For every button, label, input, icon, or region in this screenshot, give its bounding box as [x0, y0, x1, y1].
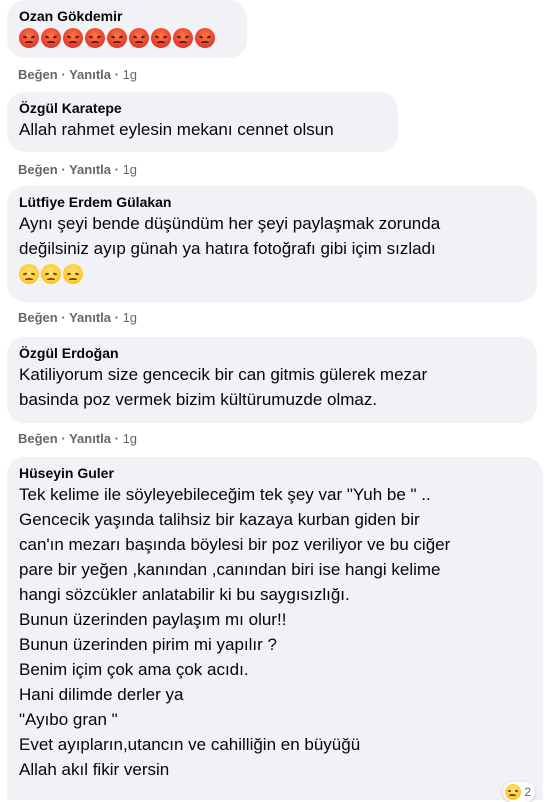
separator: ·	[114, 67, 123, 82]
emoji-row	[19, 28, 235, 48]
angry-face-icon	[107, 28, 127, 48]
angry-face-icon	[195, 28, 215, 48]
comment-timestamp[interactable]: 1g	[123, 162, 137, 177]
comment-author[interactable]: Özgül Erdoğan	[19, 344, 525, 362]
comment-text-line: Tek kelime ile söyleyebileceğim tek şey …	[19, 485, 431, 504]
comment-text-line: basinda poz vermek bizim kültürumuzde ol…	[19, 390, 378, 409]
comment-text: Tek kelime ile söyleyebileceğim tek şey …	[19, 482, 531, 782]
comment-text-line: Benim içim çok ama çok acıdı.	[19, 660, 249, 679]
comment-bubble: Özgül Erdoğan Katiliyorum size gencecik …	[7, 337, 537, 423]
like-button[interactable]: Beğen	[18, 67, 58, 82]
comment-text-line: Katiliyorum size gencecik bir can gitmis…	[19, 365, 428, 384]
pensive-face-icon	[505, 784, 522, 800]
angry-face-icon	[85, 28, 105, 48]
comment-text-line: hangi sözcükler anlatabilir ki bu saygıs…	[19, 585, 350, 604]
comment-text-line: Evet ayıpların,utancın ve cahilliğin en …	[19, 735, 361, 754]
comment-actions: Beğen · Yanıtla · 1g	[18, 431, 137, 446]
angry-face-icon	[41, 28, 61, 48]
like-button[interactable]: Beğen	[18, 310, 58, 325]
comment-text-line: Bunun üzerinden pirim mi yapılır ?	[19, 635, 277, 654]
comment-author[interactable]: Özgül Karatepe	[19, 99, 386, 117]
separator: ·	[114, 310, 123, 325]
comment-bubble: Ozan Gökdemir	[7, 0, 247, 58]
pensive-face-icon	[41, 264, 61, 284]
reply-button[interactable]: Yanıtla	[69, 431, 111, 446]
angry-face-icon	[129, 28, 149, 48]
separator: ·	[114, 431, 123, 446]
comment-actions: Beğen · Yanıtla · 1g	[18, 310, 137, 325]
comment-text-line: "Ayıbo gran "	[19, 710, 118, 729]
comment-author[interactable]: Hüseyin Guler	[19, 464, 531, 482]
comment-timestamp[interactable]: 1g	[123, 431, 137, 446]
comment-text: Aynı şeyi bende düşündüm her şeyi paylaş…	[19, 211, 525, 261]
comment-text-line: Gencecik yaşında talihsiz bir kazaya kur…	[19, 510, 420, 529]
comment-actions: Beğen · Yanıtla · 1g	[18, 162, 137, 177]
pensive-face-icon	[63, 264, 83, 284]
like-button[interactable]: Beğen	[18, 162, 58, 177]
angry-face-icon	[173, 28, 193, 48]
angry-face-icon	[63, 28, 83, 48]
comment-text-line: Allah rahmet eylesin mekanı cennet olsun	[19, 120, 334, 139]
reply-button[interactable]: Yanıtla	[69, 310, 111, 325]
comment-text-line: değilsiniz ayıp günah ya hatıra fotoğraf…	[19, 239, 436, 258]
reaction-count-badge[interactable]: 2	[503, 782, 535, 802]
separator: ·	[61, 310, 70, 325]
pensive-face-icon	[19, 264, 39, 284]
comment-author[interactable]: Ozan Gökdemir	[19, 7, 235, 25]
reply-button[interactable]: Yanıtla	[69, 67, 111, 82]
comment-bubble: Hüseyin Guler Tek kelime ile söyleyebile…	[7, 457, 543, 802]
comment-timestamp[interactable]: 1g	[123, 67, 137, 82]
separator: ·	[61, 67, 70, 82]
comment-text-line: can'ın mezarı başında böylesi bir poz ve…	[19, 535, 451, 554]
angry-face-icon	[151, 28, 171, 48]
like-button[interactable]: Beğen	[18, 431, 58, 446]
reaction-count: 2	[524, 785, 531, 799]
comment-bubble: Özgül Karatepe Allah rahmet eylesin meka…	[7, 92, 398, 152]
comment-actions: Beğen · Yanıtla · 1g	[18, 67, 137, 82]
comment-text-line: Aynı şeyi bende düşündüm her şeyi paylaş…	[19, 214, 441, 233]
comment-text-line: Bunun üzerinden paylaşım mı olur!!	[19, 610, 287, 629]
angry-face-icon	[19, 28, 39, 48]
comment-author[interactable]: Lütfiye Erdem Gülakan	[19, 193, 525, 211]
comment-timestamp[interactable]: 1g	[123, 310, 137, 325]
separator: ·	[114, 162, 123, 177]
separator: ·	[61, 431, 70, 446]
comment-bubble: Lütfiye Erdem Gülakan Aynı şeyi bende dü…	[7, 186, 537, 302]
reply-button[interactable]: Yanıtla	[69, 162, 111, 177]
comment-text-line: pare bir yeğen ,kanından ,canından biri …	[19, 560, 441, 579]
comment-text-line: Allah akıl fikir versin	[19, 760, 170, 779]
comment-text-line: Hani dilimde derler ya	[19, 685, 184, 704]
emoji-row	[19, 264, 525, 284]
comment-text: Allah rahmet eylesin mekanı cennet olsun	[19, 117, 386, 142]
separator: ·	[61, 162, 70, 177]
comment-text: Katiliyorum size gencecik bir can gitmis…	[19, 362, 525, 412]
